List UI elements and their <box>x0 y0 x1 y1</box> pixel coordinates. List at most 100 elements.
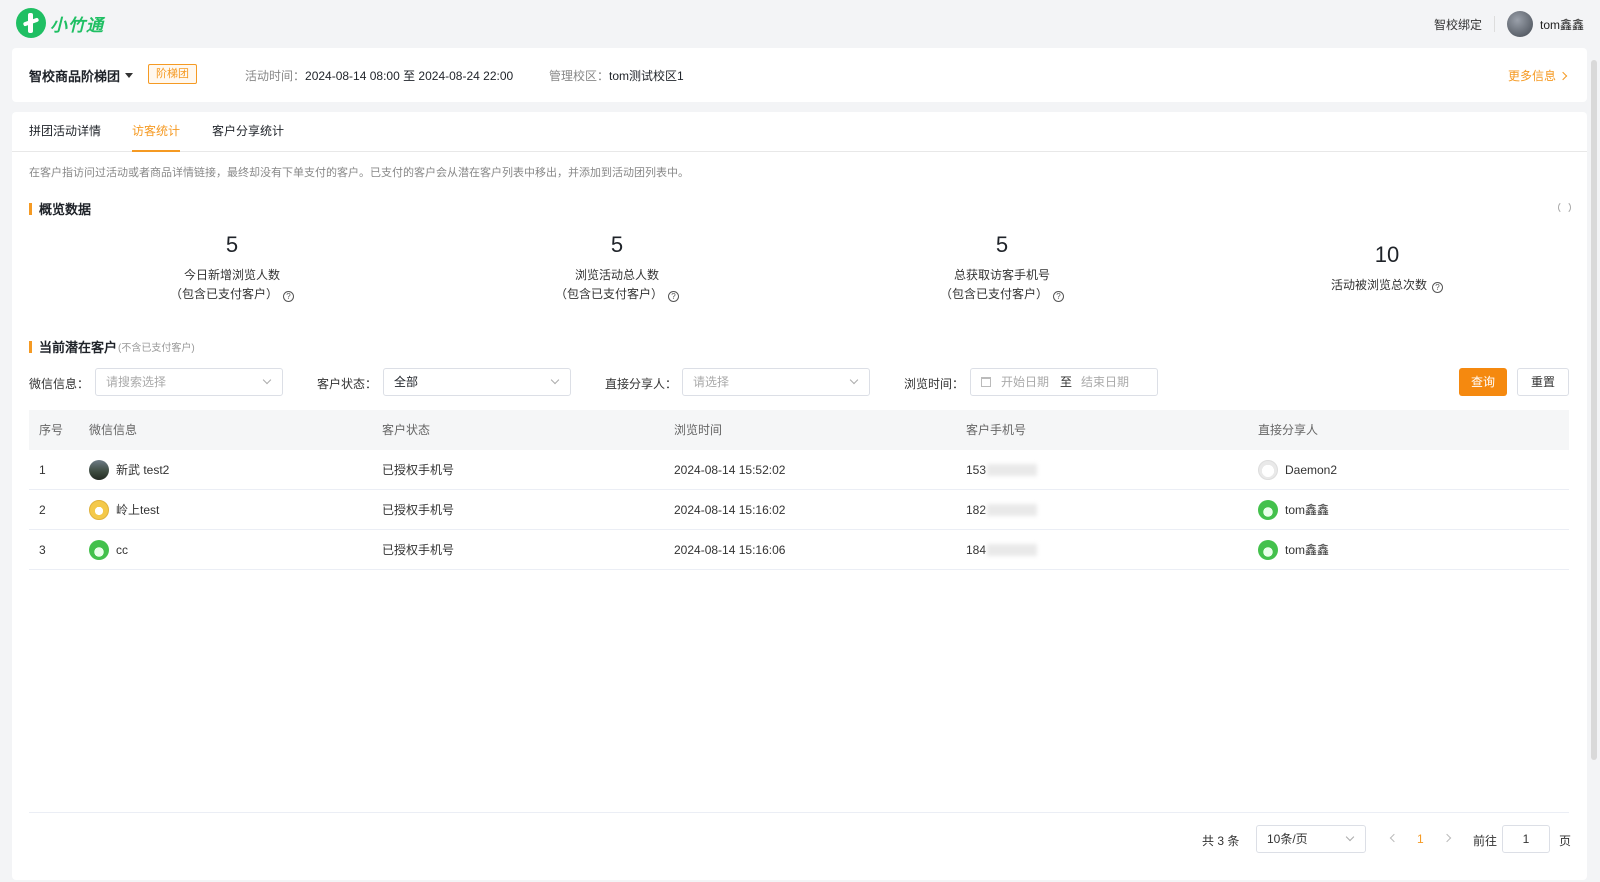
chevron-down-icon <box>550 375 560 385</box>
row-status: 已授权手机号 <box>382 503 455 517</box>
stat-value: 5 <box>610 232 624 257</box>
stat-value: 10 <box>1374 242 1400 267</box>
masked-phone <box>987 504 1038 516</box>
goto-label: 前往 <box>1473 834 1498 848</box>
help-icon[interactable]: ? <box>283 291 294 302</box>
tab-visitor-stats[interactable]: 访客统计 <box>132 112 181 152</box>
row-wechat: 岭上test <box>89 490 159 530</box>
sharer-placeholder: 请选择 <box>693 375 730 389</box>
table-row[interactable]: 1 新武 test2 已授权手机号 2024-08-14 15:52:02 15… <box>29 450 1569 490</box>
stat-label-sub: （包含已支付客户） <box>554 287 663 301</box>
row-sharer: Daemon2 <box>1258 450 1337 490</box>
chevron-right-icon <box>1558 71 1568 80</box>
date-separator: 至 <box>1060 375 1073 389</box>
browse-date-range[interactable]: 开始日期 至 结束日期 <box>970 368 1158 396</box>
table-row[interactable]: 2 岭上test 已授权手机号 2024-08-14 15:16:02 182 … <box>29 490 1569 530</box>
stat-label-main: 总获取访客手机号 <box>953 268 1050 282</box>
customer-name: cc <box>116 543 128 557</box>
calendar-icon <box>981 377 991 387</box>
reset-button[interactable]: 重置 <box>1517 368 1569 396</box>
campus-label: 管理校区： <box>549 69 610 83</box>
help-icon[interactable]: ? <box>1432 282 1443 293</box>
sharer-avatar <box>1258 460 1278 480</box>
stat-total-visitors: 5 浏览活动总人数 （包含已支付客户）? <box>477 232 757 304</box>
wechat-search-select[interactable]: 请搜索选择 <box>95 368 283 396</box>
customer-name: 岭上test <box>116 503 160 517</box>
tab-group-detail[interactable]: 拼团活动详情 <box>29 112 101 152</box>
tab-share-stats[interactable]: 客户分享统计 <box>212 112 284 152</box>
col-browse-time: 浏览时间 <box>674 423 723 437</box>
caret-down-icon <box>125 73 134 78</box>
activity-time: 活动时间：2024-08-14 08:00 至 2024-08-24 22:00 <box>245 67 513 84</box>
masked-phone <box>987 464 1038 476</box>
activity-selector[interactable]: 智校商品阶梯团 <box>29 66 134 85</box>
top-header: 小竹通 智校绑定 tom鑫鑫 <box>0 0 1600 48</box>
stat-label-main: 今日新增浏览人数 <box>183 268 280 282</box>
wechat-filter-label: 微信信息： <box>29 377 90 391</box>
more-info-label: 更多信息 <box>1507 69 1556 83</box>
sharer-select[interactable]: 请选择 <box>682 368 870 396</box>
sharer-avatar <box>1258 540 1278 560</box>
customer-avatar <box>89 460 109 480</box>
page-size-value: 10条/页 <box>1267 832 1308 846</box>
customer-avatar <box>89 540 109 560</box>
status-select[interactable]: 全部 <box>383 368 571 396</box>
query-button[interactable]: 查询 <box>1459 368 1507 396</box>
date-start-input[interactable]: 开始日期 <box>1001 369 1049 395</box>
date-end-input[interactable]: 结束日期 <box>1081 369 1129 395</box>
page-suffix: 页 <box>1559 834 1572 848</box>
overview-title-text: 概览数据 <box>39 202 92 217</box>
phone-prefix: 182 <box>966 503 987 517</box>
refresh-icon[interactable] <box>1558 201 1571 214</box>
logo-icon <box>16 8 46 38</box>
phone-prefix: 153 <box>966 463 987 477</box>
next-page-icon[interactable] <box>1442 833 1452 843</box>
potential-customer-table: 序号 微信信息 客户状态 浏览时间 客户手机号 直接分享人 1 新武 test2… <box>29 410 1569 570</box>
scrollbar[interactable] <box>1591 60 1597 760</box>
stat-today-new: 5 今日新增浏览人数 （包含已支付客户）? <box>92 232 372 304</box>
stat-label-main: 浏览活动总人数 <box>574 268 659 282</box>
page-size-select[interactable]: 10条/页 <box>1256 825 1366 853</box>
stat-label-sub: （包含已支付客户） <box>169 287 278 301</box>
stat-label-main: 活动被浏览总次数 <box>1330 278 1427 292</box>
col-phone: 客户手机号 <box>966 423 1027 437</box>
customer-avatar <box>89 500 109 520</box>
row-sharer: tom鑫鑫 <box>1258 530 1329 570</box>
activity-info-card: 智校商品阶梯团 阶梯团 活动时间：2024-08-14 08:00 至 2024… <box>12 48 1587 102</box>
row-status: 已授权手机号 <box>382 543 455 557</box>
user-avatar[interactable] <box>1506 11 1533 37</box>
potential-title-text: 当前潜在客户 <box>39 340 118 355</box>
sharer-filter-label: 直接分享人： <box>605 377 678 391</box>
goto-page-input[interactable]: 1 <box>1502 825 1550 853</box>
row-phone: 182 <box>966 490 1038 530</box>
tab-bar: 拼团活动详情 访客统计 客户分享统计 <box>12 112 1587 152</box>
current-page[interactable]: 1 <box>1417 832 1424 846</box>
stat-phone-count: 5 总获取访客手机号 （包含已支付客户）? <box>862 232 1142 304</box>
notice-text: 在客户指访问过活动或者商品详情链接，最终却没有下单支付的客户。已支付的客户会从潜… <box>29 167 689 179</box>
overview-title: 概览数据 <box>29 199 91 218</box>
app-logo[interactable]: 小竹通 <box>16 8 104 38</box>
sharer-name: tom鑫鑫 <box>1285 503 1330 517</box>
footer-divider <box>29 812 1569 813</box>
stat-total-views: 10 活动被浏览总次数? <box>1247 242 1527 295</box>
managed-campus: 管理校区：tom测试校区1 <box>549 67 684 84</box>
more-info-link[interactable]: 更多信息 <box>1507 67 1568 84</box>
sharer-name: Daemon2 <box>1285 463 1338 477</box>
stat-label: 浏览活动总人数 （包含已支付客户）? <box>477 266 757 304</box>
col-index: 序号 <box>39 423 64 437</box>
potential-title: 当前潜在客户 (不含已支付客户) <box>29 337 195 356</box>
user-name[interactable]: tom鑫鑫 <box>1540 16 1584 33</box>
campus-value: tom测试校区1 <box>609 69 684 83</box>
bind-school-link[interactable]: 智校绑定 <box>1434 16 1482 33</box>
prev-page-icon[interactable] <box>1389 833 1399 843</box>
sharer-avatar <box>1258 500 1278 520</box>
help-icon[interactable]: ? <box>1053 291 1064 302</box>
pager-total: 共 3 条 <box>1202 834 1240 848</box>
table-row[interactable]: 3 cc 已授权手机号 2024-08-14 15:16:06 184 tom鑫… <box>29 530 1569 570</box>
help-icon[interactable]: ? <box>668 291 679 302</box>
activity-time-label: 活动时间： <box>245 69 306 83</box>
stat-label: 今日新增浏览人数 （包含已支付客户）? <box>92 266 372 304</box>
main-content-card: 拼团活动详情 访客统计 客户分享统计 在客户指访问过活动或者商品详情链接，最终却… <box>12 112 1587 880</box>
row-status: 已授权手机号 <box>382 463 455 477</box>
activity-time-value: 2024-08-14 08:00 至 2024-08-24 22:00 <box>305 69 514 83</box>
